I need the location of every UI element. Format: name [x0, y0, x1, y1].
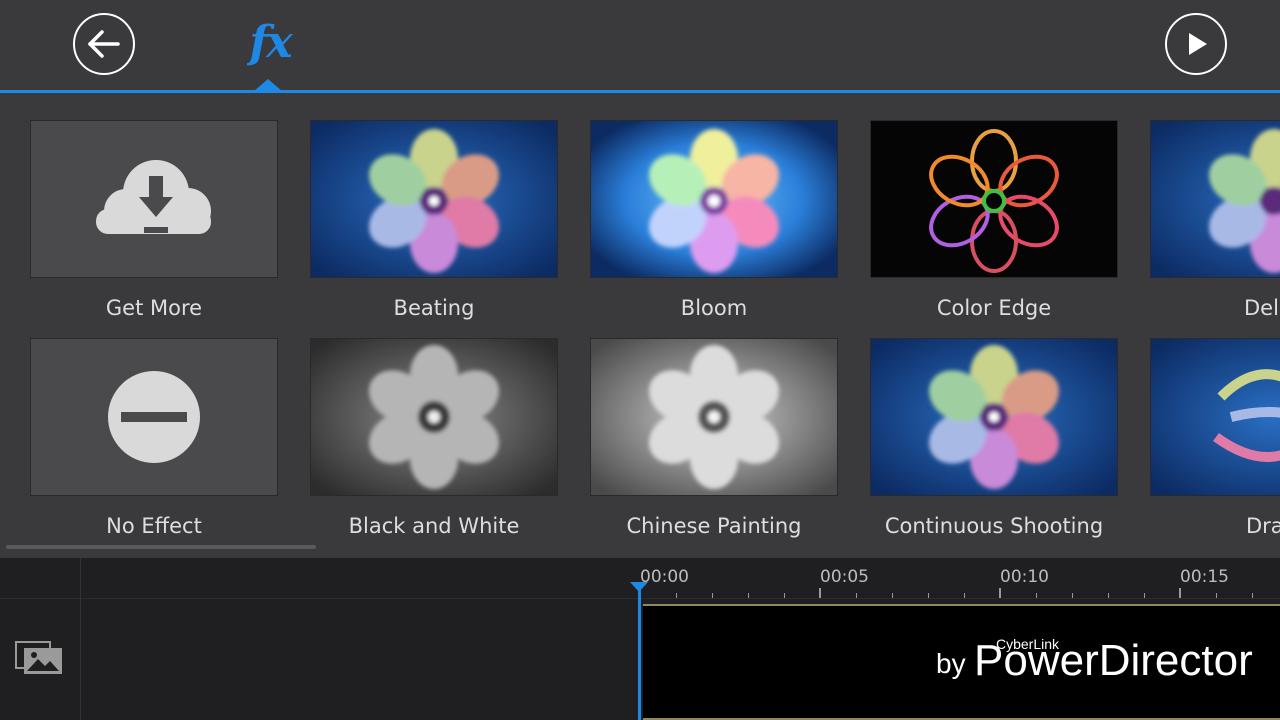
- playhead-handle[interactable]: [630, 582, 648, 592]
- play-button[interactable]: [1165, 13, 1227, 75]
- cloud-download-icon: [96, 160, 211, 234]
- no-entry-icon: [108, 371, 200, 463]
- tick-minor: [928, 593, 929, 598]
- effect-label: Bloom: [680, 296, 748, 320]
- tick-label: 00:05: [820, 567, 869, 587]
- play-icon: [1189, 33, 1207, 55]
- effect-thumbnail: [1150, 338, 1280, 496]
- effect-thumbnail: [1150, 120, 1280, 278]
- effect-tile-beating[interactable]: Beating: [310, 120, 558, 320]
- effect-tile-continuous-shooting[interactable]: Continuous Shooting: [870, 338, 1118, 538]
- tick-minor: [1216, 593, 1217, 598]
- tick-minor: [1108, 593, 1109, 598]
- tick-minor: [712, 593, 713, 598]
- tab-fx[interactable]: fx: [243, 12, 297, 72]
- tick-label: 00:15: [1180, 567, 1229, 587]
- tick-major: [999, 588, 1001, 598]
- effect-thumbnail: [310, 338, 558, 496]
- effect-tile-no-effect[interactable]: No Effect: [30, 338, 278, 538]
- tick-major: [819, 588, 821, 598]
- back-button[interactable]: [73, 13, 135, 75]
- effect-label: Chinese Painting: [626, 514, 802, 538]
- playhead[interactable]: [638, 588, 641, 720]
- horizontal-scrollbar[interactable]: [6, 545, 316, 549]
- tick-label: 00:10: [1000, 567, 1049, 587]
- flower-preview-image: [591, 339, 837, 495]
- flower-preview-image: [1151, 121, 1280, 277]
- effect-thumbnail: [590, 338, 838, 496]
- tick-minor: [784, 593, 785, 598]
- flower-preview-image: [311, 121, 557, 277]
- tick-minor: [1144, 593, 1145, 598]
- media-library-icon[interactable]: [14, 640, 66, 676]
- effect-thumbnail: [590, 120, 838, 278]
- tick-minor: [1036, 593, 1037, 598]
- effect-thumbnail: [310, 120, 558, 278]
- effect-tile-color-edge[interactable]: Color Edge: [870, 120, 1118, 320]
- effect-label: Black and White: [348, 514, 520, 538]
- effect-thumbnail: [870, 338, 1118, 496]
- track-header: [0, 558, 81, 720]
- tick-minor: [1072, 593, 1073, 598]
- tick-major: [1179, 588, 1181, 598]
- top-toolbar: fx: [0, 0, 1280, 93]
- effect-thumbnail: [30, 338, 278, 496]
- flower-preview-image: [1151, 339, 1280, 495]
- tick-minor: [1252, 593, 1253, 598]
- flower-preview-image: [311, 339, 557, 495]
- tick-minor: [964, 593, 965, 598]
- tick-minor: [748, 593, 749, 598]
- effect-tile-del[interactable]: Del: [1150, 120, 1280, 320]
- effect-label: Del: [1244, 296, 1279, 320]
- effect-tile-chinese-painting[interactable]: Chinese Painting: [590, 338, 838, 538]
- active-tab-indicator: [254, 79, 282, 91]
- watermark-powerdirector: PowerDirector: [974, 636, 1253, 685]
- effect-thumbnail: [870, 120, 1118, 278]
- flower-preview-image: [871, 339, 1117, 495]
- effect-tile-black-and-white[interactable]: Black and White: [310, 338, 558, 538]
- fx-icon: fx: [249, 16, 292, 68]
- tick-minor: [676, 593, 677, 598]
- effects-grid[interactable]: Get More Beating Bloom Color Edge Del No…: [0, 93, 1280, 558]
- effect-thumbnail: [30, 120, 278, 278]
- effect-tile-dra[interactable]: Dra: [1150, 338, 1280, 538]
- effect-tile-bloom[interactable]: Bloom: [590, 120, 838, 320]
- effect-label: Color Edge: [936, 296, 1052, 320]
- arrow-left-icon: [88, 30, 120, 58]
- tick-minor: [892, 593, 893, 598]
- effect-tile-get-more[interactable]: Get More: [30, 120, 278, 320]
- effect-label: Beating: [393, 296, 475, 320]
- tick-minor: [856, 593, 857, 598]
- flower-preview-image: [591, 121, 837, 277]
- effect-label: Continuous Shooting: [884, 514, 1104, 538]
- watermark-by: by: [936, 648, 966, 679]
- effect-label: Dra: [1246, 514, 1280, 538]
- flower-preview-image: [871, 121, 1117, 277]
